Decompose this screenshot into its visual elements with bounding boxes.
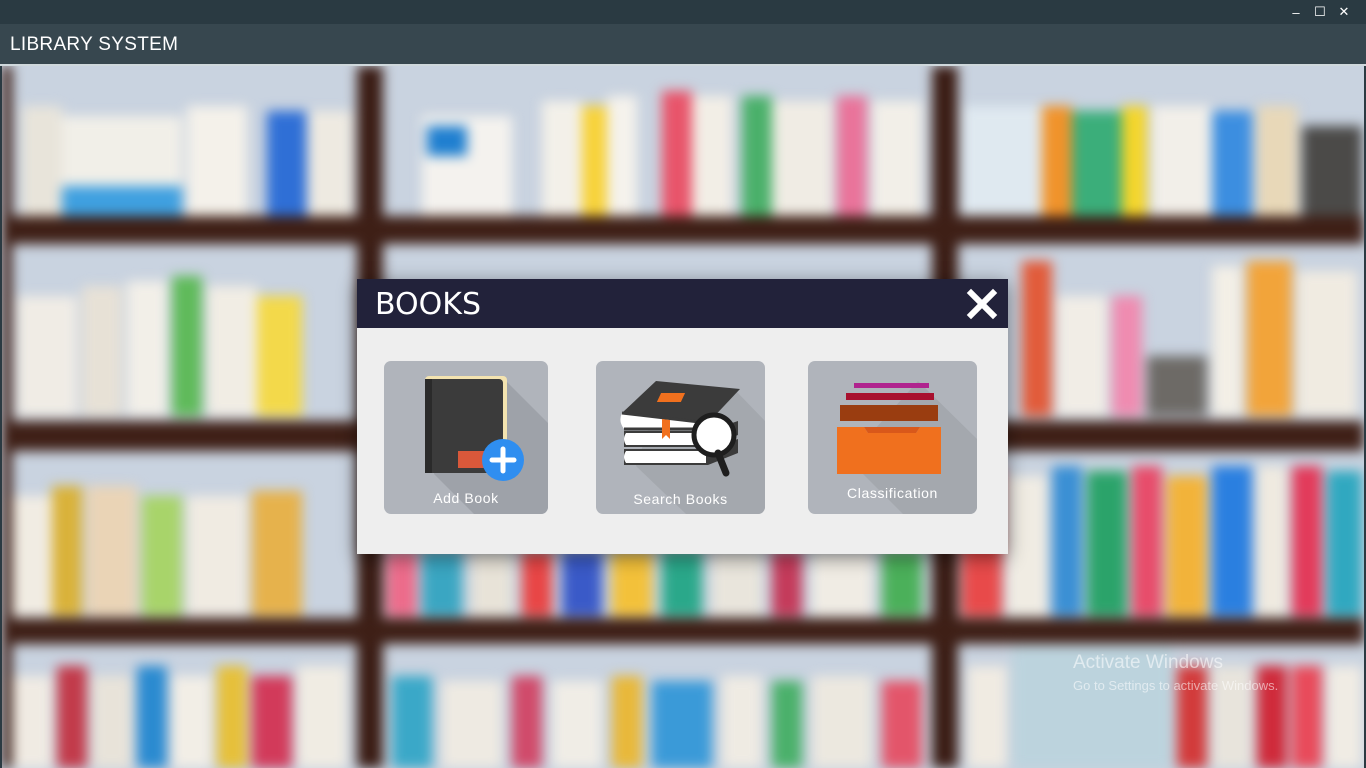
dialog-header: BOOKS — [357, 279, 1008, 328]
search-books-tile[interactable]: Search Books — [596, 361, 765, 514]
app-title: LIBRARY SYSTEM — [10, 34, 179, 55]
add-book-label: Add Book — [433, 490, 499, 506]
books-dialog: BOOKS Add Book Search Books Classificati… — [357, 279, 1008, 554]
classification-tile[interactable]: Classification — [808, 361, 977, 514]
add-book-tile[interactable]: Add Book — [384, 361, 548, 514]
dialog-title: BOOKS — [375, 287, 481, 322]
minimize-button[interactable]: – — [1286, 3, 1306, 21]
close-icon — [966, 288, 998, 320]
search-books-label: Search Books — [633, 491, 728, 507]
dialog-close-button[interactable] — [966, 288, 998, 320]
app-header: LIBRARY SYSTEM — [0, 24, 1366, 66]
close-window-button[interactable]: ✕ — [1334, 3, 1354, 21]
activation-watermark-title: Activate Windows — [1073, 652, 1223, 673]
window-controls: – ☐ ✕ — [1286, 3, 1354, 21]
classification-label: Classification — [847, 485, 938, 501]
window-titlebar: – ☐ ✕ — [0, 0, 1366, 24]
maximize-button[interactable]: ☐ — [1310, 3, 1330, 21]
activation-watermark-subtitle: Go to Settings to activate Windows. — [1073, 678, 1279, 693]
